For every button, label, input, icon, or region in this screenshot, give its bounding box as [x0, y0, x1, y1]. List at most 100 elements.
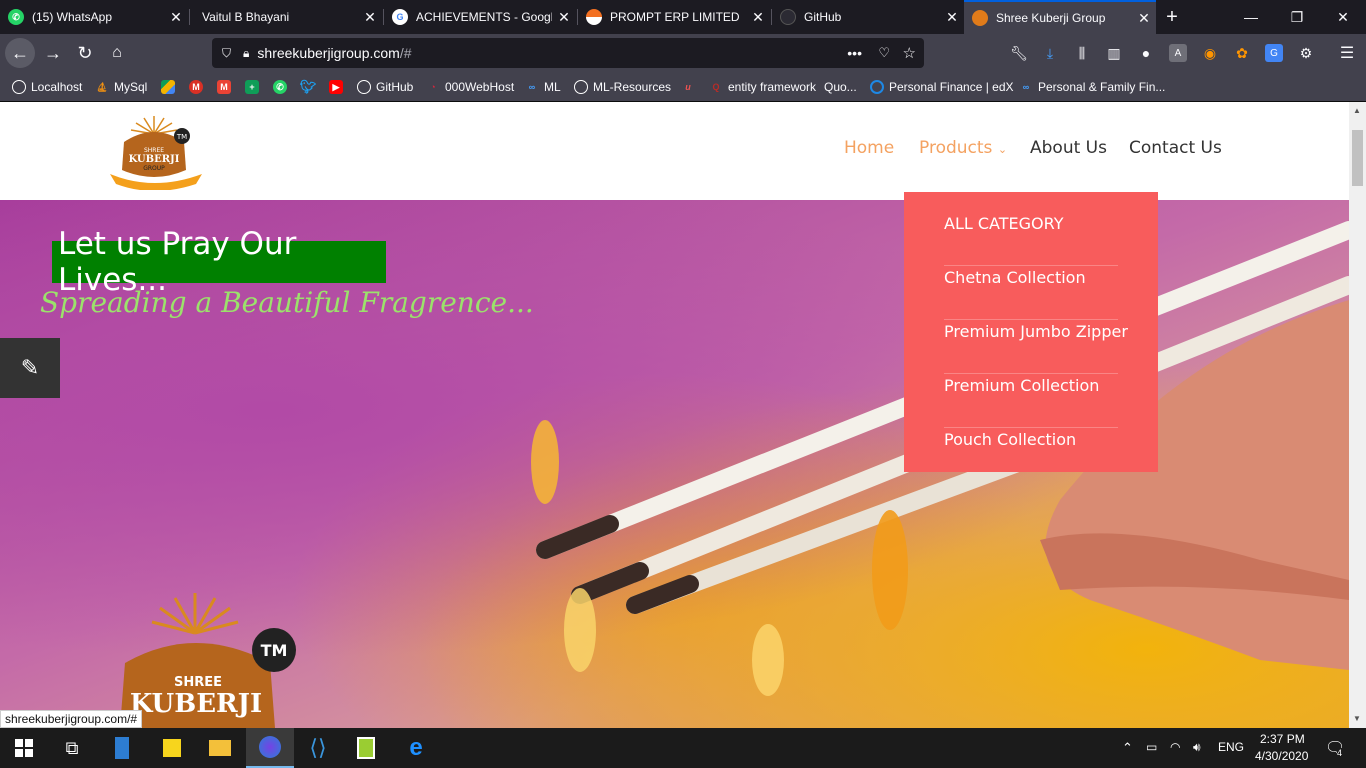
bookmark-sheets[interactable]: + [245, 79, 264, 95]
close-window-button[interactable]: ✕ [1320, 0, 1366, 34]
bookmark-drive[interactable] [161, 79, 180, 95]
firefox-icon[interactable]: ◉ [1201, 44, 1219, 62]
back-button[interactable]: ← [5, 38, 35, 68]
nav-products[interactable]: Products ⌄ [919, 138, 1007, 158]
bookmark-udemy[interactable]: u [681, 79, 700, 95]
taskbar-app-explorer[interactable] [196, 728, 244, 768]
close-icon[interactable]: ✕ [746, 9, 770, 26]
notification-icon[interactable]: 🗨︎ [1325, 738, 1345, 758]
whatsapp-icon: ✆ [8, 9, 24, 25]
page-scrollbar[interactable]: ▲ ▼ [1349, 102, 1366, 728]
bookmark-localhost[interactable]: Localhost [12, 79, 82, 95]
wrench-icon[interactable]: 🔧︎ [1010, 44, 1028, 62]
taskbar-app-firefox[interactable] [246, 728, 294, 768]
shield-icon[interactable]: ⛉ [222, 46, 231, 61]
edit-pen-button[interactable]: ✎ [0, 338, 60, 398]
tab-prompt-erp[interactable]: PROMPT ERP LIMITED ✕ [578, 0, 770, 34]
dropdown-pouch-collection[interactable]: Pouch Collection [944, 428, 1118, 482]
scroll-down-icon[interactable]: ▼ [1353, 714, 1361, 723]
bookmark-twitter[interactable]: 🐦︎ [300, 79, 320, 95]
bookmark-label: Personal & Family Fin... [1038, 80, 1166, 94]
wifi-icon[interactable]: ◠ [1170, 740, 1180, 754]
menu-icon[interactable]: ☰ [1338, 44, 1356, 62]
scrollbar-thumb[interactable] [1352, 130, 1363, 186]
bookmark-mysql[interactable]: ⛵︎ MySql [95, 79, 147, 95]
bookmark-gmail[interactable]: M [189, 79, 208, 95]
dropdown-all-category[interactable]: ALL CATEGORY [944, 212, 1118, 266]
language-indicator[interactable]: ENG [1218, 740, 1244, 754]
bookmark-000webhost[interactable]: ◔ 000WebHost [426, 79, 514, 95]
page-actions-icon[interactable]: ••• [847, 45, 862, 61]
tab-label: Vaitul B Bhayani [202, 10, 290, 24]
close-icon[interactable]: ✕ [358, 9, 382, 26]
library-icon[interactable]: ⫼ [1073, 44, 1091, 62]
minimize-button[interactable]: — [1228, 0, 1274, 34]
close-icon[interactable]: ✕ [940, 9, 964, 26]
nav-about[interactable]: About Us [1030, 138, 1107, 158]
close-icon[interactable]: ✕ [552, 9, 576, 26]
taskbar-app-sticky-notes[interactable] [148, 728, 196, 768]
github-icon [780, 9, 796, 25]
globe-icon [574, 80, 588, 94]
account-icon[interactable]: ● [1137, 44, 1155, 62]
tray-chevron-icon[interactable]: ⌃ [1122, 740, 1133, 756]
sidebar-icon[interactable]: ▥ [1105, 44, 1123, 62]
reload-button[interactable]: ↻ [70, 38, 100, 68]
volume-icon[interactable]: 🔊︎ [1193, 740, 1201, 755]
dropdown-chetna-collection[interactable]: Chetna Collection [944, 266, 1118, 320]
url-bar[interactable]: ⛉ 🔒︎ shreekuberjigroup.com/# ••• ♡ ☆ [212, 38, 924, 68]
close-icon[interactable]: ✕ [1132, 10, 1156, 27]
battery-icon[interactable]: ▭ [1146, 740, 1157, 754]
pocket-icon[interactable]: ♡ [878, 45, 890, 61]
start-button[interactable] [0, 728, 48, 768]
tab-whatsapp[interactable]: ✆ (15) WhatsApp ✕ [0, 0, 188, 34]
close-icon[interactable]: ✕ [164, 9, 188, 26]
sticky-notes-icon [163, 739, 181, 757]
tab-vaitul[interactable]: Vaitul B Bhayani ✕ [190, 0, 382, 34]
bookmark-github[interactable]: GitHub [357, 79, 413, 95]
site-logo[interactable]: TM SHREE KUBERJI GROUP [106, 112, 206, 191]
clock-time[interactable]: 2:37 PM [1260, 732, 1305, 746]
dropdown-premium-jumbo-zipper[interactable]: Premium Jumbo Zipper [944, 320, 1128, 374]
tab-shree-kuberji[interactable]: Shree Kuberji Group ✕ [964, 0, 1156, 34]
lock-icon[interactable]: 🔒︎ [243, 46, 249, 61]
extension-icon[interactable]: A [1169, 44, 1187, 62]
drive-icon [161, 80, 175, 94]
scroll-up-icon[interactable]: ▲ [1353, 106, 1361, 115]
tab-achievements[interactable]: G ACHIEVEMENTS - Googl ✕ [384, 0, 576, 34]
translate-icon[interactable]: G [1265, 44, 1283, 62]
new-tab-button[interactable]: + [1158, 0, 1186, 34]
hero-logo-tm: TM [261, 641, 288, 660]
bookmark-ml[interactable]: ∞ ML [525, 79, 561, 95]
bookmark-whatsapp[interactable]: ✆ [273, 79, 292, 95]
navigation-toolbar: ← → ↻ ⌂ ⛉ 🔒︎ shreekuberjigroup.com/# •••… [0, 34, 1366, 72]
nav-contact[interactable]: Contact Us [1129, 138, 1222, 158]
nav-home[interactable]: Home [844, 138, 894, 158]
download-icon[interactable]: ⤓ [1041, 44, 1059, 62]
settings-icon[interactable]: ⚙ [1297, 44, 1315, 62]
clock-date[interactable]: 4/30/2020 [1255, 749, 1308, 763]
hero-title: Let us Pray Our Lives... [52, 226, 386, 298]
dropdown-premium-collection[interactable]: Premium Collection [944, 374, 1118, 428]
taskbar-app-notes[interactable] [98, 728, 146, 768]
bookmark-entity-framework[interactable]: Qentity framework [709, 79, 816, 95]
bookmark-ml-resources[interactable]: ML-Resources [574, 79, 671, 95]
hero-logo-text-main: KUBERJI [130, 689, 262, 719]
task-view-button[interactable]: ⧉ [48, 728, 96, 768]
bookmark-youtube[interactable]: ▶ [329, 79, 348, 95]
url-text[interactable]: shreekuberjigroup.com/# [257, 45, 411, 61]
home-button[interactable]: ⌂ [102, 38, 132, 68]
bookmark-edx[interactable]: Personal Finance | edX [870, 79, 1014, 95]
bookmark-family-finance[interactable]: ∞ Personal & Family Fin... [1019, 79, 1166, 95]
forward-button[interactable]: → [38, 38, 68, 68]
restore-button[interactable]: ❐ [1274, 0, 1320, 34]
bookmark-star-icon[interactable]: ☆ [903, 44, 916, 62]
bookmark-gmail-2[interactable]: M [217, 79, 236, 95]
taskbar-app-notepad[interactable] [342, 728, 390, 768]
taskbar-app-edge[interactable]: e [392, 728, 440, 768]
tab-github[interactable]: GitHub ✕ [772, 0, 964, 34]
status-bar-url: shreekuberjigroup.com/# [0, 710, 143, 728]
cookie-icon[interactable]: ✿ [1233, 44, 1251, 62]
bookmark-quora[interactable]: Quo... [824, 79, 857, 95]
taskbar-app-vscode[interactable]: ⟨⟩ [294, 728, 342, 768]
